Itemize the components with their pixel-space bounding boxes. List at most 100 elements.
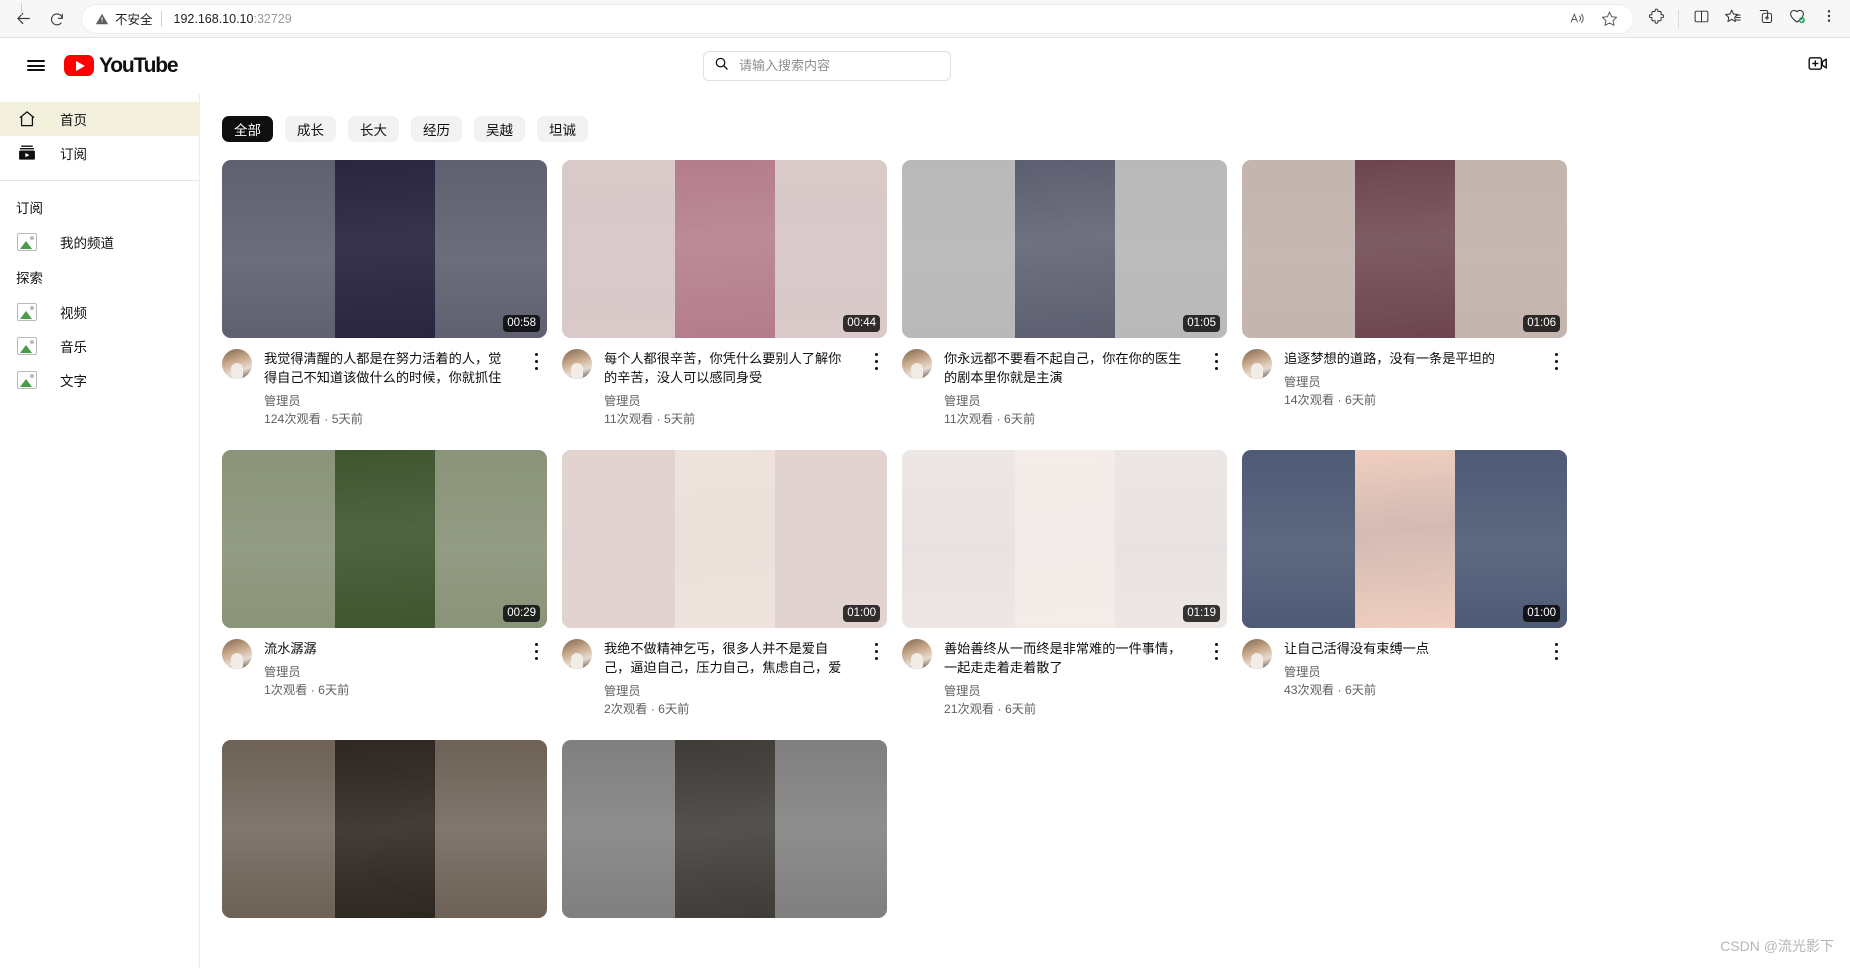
favorite-star-icon[interactable] [1595,7,1623,31]
video-grid: 00:58 我觉得清醒的人都是在努力活着的人，觉得自己不知道该做什么的时候，你就抓… [200,160,1850,918]
video-title[interactable]: 追逐梦想的道路，没有一条是平坦的 [1284,349,1529,368]
video-thumbnail[interactable]: 00:58 [222,160,547,338]
channel-avatar[interactable] [222,349,252,379]
sidebar-divider [0,180,199,181]
video-card[interactable]: 01:19 善始善终从一而终是非常难的一件事情，一起走走着走着散了 管理员 21次观看… [902,450,1227,718]
channel-name[interactable]: 管理员 [264,664,509,681]
chip-grow-up[interactable]: 长大 [348,116,399,142]
video-options-button[interactable] [525,349,547,428]
video-card[interactable]: 01:00 我绝不做精神乞丐，很多人并不是爱自己，逼迫自己，压力自己，焦虑自己，爱… [562,450,887,718]
video-thumbnail[interactable]: 01:06 [1242,160,1567,338]
video-card[interactable] [562,740,887,918]
video-title[interactable]: 善始善终从一而终是非常难的一件事情，一起走走着走着散了 [944,639,1189,677]
sidebar-item-text[interactable]: 文字 [0,3,199,397]
channel-name[interactable]: 管理员 [1284,664,1529,681]
video-title[interactable]: 让自己活得没有束缚一点 [1284,639,1529,658]
video-thumbnail[interactable]: 01:05 [902,160,1227,338]
video-thumbnail[interactable]: 01:19 [902,450,1227,628]
search-container [703,50,951,81]
add-to-collection-button[interactable] [1750,5,1780,33]
video-duration: 01:00 [843,605,880,622]
sidebar-item-label: 视频 [60,306,87,321]
kebab-menu-icon [1554,351,1558,372]
split-screen-button[interactable] [1686,5,1716,33]
video-thumbnail[interactable]: 00:29 [222,450,547,628]
video-info: 让自己活得没有束缚一点 管理员 43次观看 · 6天前 [1284,639,1533,699]
video-options-button[interactable] [525,639,547,699]
search-input[interactable] [737,57,942,74]
channel-name[interactable]: 管理员 [944,683,1189,700]
channel-name[interactable]: 管理员 [1284,374,1529,391]
video-thumbnail[interactable]: 00:44 [562,160,887,338]
video-thumbnail[interactable]: 01:00 [1242,450,1567,628]
back-button[interactable] [6,4,40,34]
collections-button[interactable] [1718,5,1748,33]
video-thumbnail[interactable]: 01:00 [562,450,887,628]
video-info: 我觉得清醒的人都是在努力活着的人，觉得自己不知道该做什么的时候，你就抓住一… 管理… [264,349,513,428]
search-box[interactable] [703,50,951,81]
video-card[interactable]: 00:44 每个人都很辛苦，你凭什么要别人了解你的辛苦，没人可以感同身受管理员 11… [562,160,887,428]
channel-name[interactable]: 管理员 [264,393,509,410]
broken-image-icon [16,3,38,357]
chip-experience[interactable]: 经历 [411,116,462,142]
refresh-button[interactable] [40,4,74,34]
sidebar-item-music[interactable]: 音乐 [0,3,199,363]
video-stats: 14次观看 · 6天前 [1284,393,1377,407]
add-video-icon [1807,53,1828,79]
video-options-button[interactable] [1205,349,1227,428]
more-options-button[interactable] [1814,5,1844,33]
channel-name[interactable]: 管理员 [604,393,849,410]
video-options-button[interactable] [865,349,887,428]
video-info: 流水潺潺 管理员 1次观看 · 6天前 [264,639,513,699]
video-meta: 我绝不做精神乞丐，很多人并不是爱自己，逼迫自己，压力自己，焦虑自己，爱自己… 管理… [562,628,887,718]
channel-avatar[interactable] [1242,349,1272,379]
browser-essentials-button[interactable] [1782,5,1812,33]
video-card[interactable]: 01:06 追逐梦想的道路，没有一条是平坦的 管理员 14次观看 · 6天前 [1242,160,1567,428]
menu-toggle-button[interactable] [16,46,56,86]
channel-name[interactable]: 管理员 [944,393,1189,410]
youtube-logo[interactable]: YouTube [64,54,179,78]
video-title[interactable]: 流水潺潺 [264,639,509,658]
channel-avatar[interactable] [1242,639,1272,669]
video-thumbnail[interactable] [562,740,887,918]
video-title[interactable]: 你永远都不要看不起自己，你在你的医生的剧本里你就是主演 [944,349,1189,387]
video-card[interactable] [222,740,547,918]
chip-all[interactable]: 全部 [222,116,273,142]
video-title[interactable]: 每个人都很辛苦，你凭什么要别人了解你的辛苦，没人可以感同身受 [604,349,849,387]
video-options-button[interactable] [1545,639,1567,699]
channel-avatar[interactable] [562,349,592,379]
video-title[interactable]: 我觉得清醒的人都是在努力活着的人，觉得自己不知道该做什么的时候，你就抓住一… [264,349,509,387]
video-card[interactable]: 01:00 让自己活得没有束缚一点 管理员 43次观看 · 6天前 [1242,450,1567,718]
thumbnail-image [1354,160,1455,338]
address-bar[interactable]: 不安全 192.168.10.10:32729 [82,4,1633,33]
sidebar-item-subscriptions[interactable]: 订阅 [0,136,199,170]
chip-sincerity[interactable]: 坦诚 [537,116,588,142]
sidebar-item-videos[interactable]: 视频 [0,3,199,329]
sidebar-item-my-channel[interactable]: 我的频道 [0,3,199,259]
sidebar-item-home[interactable]: 首页 [0,102,199,136]
video-options-button[interactable] [865,639,887,718]
extensions-button[interactable] [1641,5,1671,33]
video-card[interactable]: 00:58 我觉得清醒的人都是在努力活着的人，觉得自己不知道该做什么的时候，你就抓… [222,160,547,428]
video-title[interactable]: 我绝不做精神乞丐，很多人并不是爱自己，逼迫自己，压力自己，焦虑自己，爱自己… [604,639,849,677]
chip-growth[interactable]: 成长 [285,116,336,142]
channel-avatar[interactable] [902,639,932,669]
video-stats: 11次观看 · 5天前 [604,412,696,426]
video-options-button[interactable] [1545,349,1567,409]
chip-wuyue[interactable]: 吴越 [474,116,525,142]
create-video-button[interactable] [1800,49,1834,83]
video-options-button[interactable] [1205,639,1227,718]
video-card[interactable]: 00:29 流水潺潺 管理员 1次观看 · 6天前 [222,450,547,718]
video-duration: 00:58 [503,315,540,332]
video-card[interactable]: 01:05 你永远都不要看不起自己，你在你的医生的剧本里你就是主演管理员 11次观看… [902,160,1227,428]
channel-avatar[interactable] [902,349,932,379]
thumbnail-image [674,450,775,628]
channel-name[interactable]: 管理员 [604,683,849,700]
video-stats: 11次观看 · 6天前 [944,412,1036,426]
read-aloud-icon[interactable] [1563,7,1591,31]
channel-avatar[interactable] [222,639,252,669]
video-thumbnail[interactable] [222,740,547,918]
video-meta: 让自己活得没有束缚一点 管理员 43次观看 · 6天前 [1242,628,1567,699]
channel-avatar[interactable] [562,639,592,669]
thumbnail-image [1014,450,1115,628]
